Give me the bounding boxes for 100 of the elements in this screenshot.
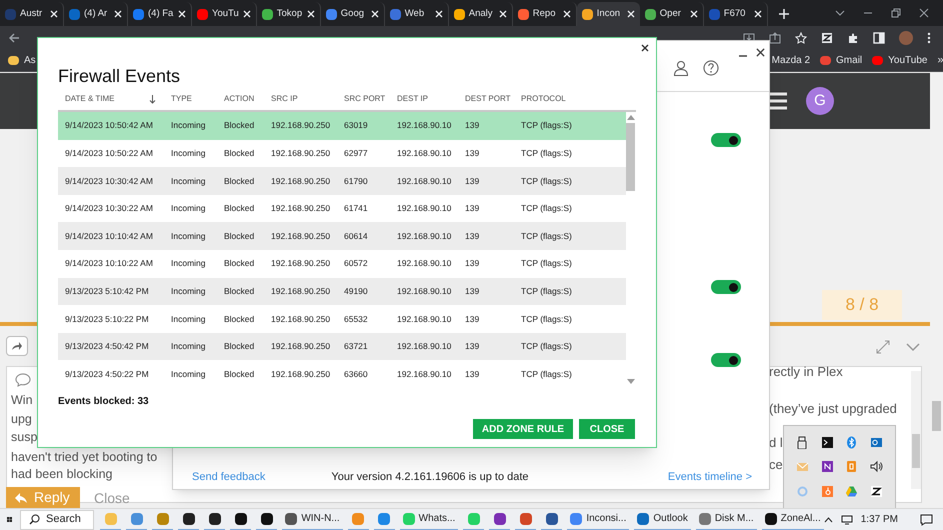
toggle-switch[interactable] — [711, 353, 741, 367]
restore-icon[interactable] — [891, 8, 901, 18]
table-cell-text: Incoming — [170, 284, 206, 298]
column-header[interactable]: PROTOCOL — [521, 93, 566, 105]
back-icon[interactable] — [8, 32, 20, 44]
table-cell-text: TCP (flags:S) — [520, 174, 573, 188]
reply-text-line: Win — [11, 392, 33, 408]
close-icon[interactable] — [919, 8, 929, 18]
mail-app-icon[interactable] — [870, 436, 884, 449]
table-cell-text: 63660 — [343, 368, 369, 381]
table-cell-text: Incoming — [170, 230, 206, 243]
version-status: Your version 4.2.161.19606 is up to date — [331, 470, 529, 485]
table-cell-text: 60614 — [343, 230, 369, 243]
column-header[interactable]: DEST IP — [397, 93, 428, 105]
taskbar-app-button[interactable]: ZoneAl... — [762, 508, 824, 530]
share-arrow-icon — [11, 341, 23, 351]
column-header[interactable]: SRC IP — [271, 93, 298, 105]
table-cell-text: 192.168.90.10 — [396, 257, 452, 270]
toggle-switch[interactable] — [711, 280, 741, 294]
tab-title: F670 — [724, 6, 746, 21]
table-row[interactable]: 9/14/2023 10:10:42 AM Incoming Blocked 192.168.90.250 60614 192.168.90.10 139 TCP (flags:S) — [58, 222, 626, 250]
scrollbar-thumb[interactable] — [912, 434, 920, 468]
table-cell-text: Blocked — [223, 340, 256, 353]
help-icon[interactable] — [703, 60, 719, 76]
notification-icon[interactable] — [920, 514, 933, 526]
taskbar-app-button[interactable]: Inconsi... — [567, 508, 630, 530]
table-row[interactable]: 9/13/2023 5:10:42 PM Incoming Blocked 192.168.90.250 49190 192.168.90.10 139 TCP (flags:S) — [58, 278, 626, 306]
scroll-down-icon[interactable] — [627, 379, 636, 384]
share-icon[interactable] — [769, 32, 781, 44]
table-cell-text: 9/13/2023 4:50:22 PM — [64, 368, 150, 381]
drive-icon[interactable] — [845, 485, 858, 498]
table-cell-text: 139 — [464, 202, 480, 215]
tab-title: Tokop — [276, 6, 303, 21]
column-header[interactable]: TYPE — [171, 93, 192, 105]
z-extension-icon[interactable] — [821, 32, 833, 44]
table-cell-text: 192.168.90.250 — [270, 368, 332, 381]
table-row[interactable]: 9/14/2023 10:50:42 AM Incoming Blocked 192.168.90.250 63019 192.168.90.10 139 TCP (flags:S) — [58, 112, 626, 140]
tab-title: Oper — [660, 6, 682, 21]
table-cell-text: 192.168.90.250 — [270, 147, 332, 160]
table-cell-text: TCP (flags:S) — [520, 147, 573, 160]
sidebar-icon[interactable] — [873, 32, 885, 44]
table-cell-text: 139 — [464, 312, 480, 326]
table-cell-text: Blocked — [223, 119, 256, 132]
taskbar-app-button[interactable]: Disk M... — [696, 508, 757, 530]
new-tab-icon[interactable] — [778, 8, 790, 20]
terminal-icon[interactable] — [820, 436, 834, 449]
table-cell-text: 192.168.90.250 — [270, 119, 332, 132]
app-icon — [234, 512, 247, 524]
sort-arrow-icon[interactable] — [149, 94, 156, 104]
bookmark[interactable]: Gmail — [820, 53, 862, 68]
comment-icon — [15, 373, 31, 387]
close-icon[interactable] — [641, 44, 649, 52]
tab-title: Goog — [340, 6, 366, 21]
bookmark[interactable]: Mazda 2 — [772, 53, 810, 68]
notebook-icon[interactable] — [820, 460, 834, 474]
table-cell-text: Incoming — [170, 368, 206, 381]
reply-text-line: rectly in Plex — [769, 363, 843, 380]
star-icon[interactable] — [795, 32, 807, 44]
table-cell-text: 9/14/2023 10:30:22 AM — [64, 202, 154, 215]
column-header[interactable]: DATE & TIME — [65, 93, 114, 105]
table-cell-text: TCP (flags:S) — [520, 202, 573, 215]
menu-icon[interactable] — [927, 32, 931, 44]
close-icon[interactable] — [756, 48, 765, 57]
taskbar-app-button[interactable]: Whats... — [400, 508, 458, 530]
table-row[interactable]: 9/13/2023 4:50:42 PM Incoming Blocked 192.168.90.250 63721 192.168.90.10 139 TCP (flags:S) — [58, 332, 626, 360]
search-placeholder: Search — [46, 512, 81, 528]
column-header[interactable]: SRC PORT — [344, 93, 386, 105]
editor-scrollbar[interactable] — [911, 371, 921, 489]
table-cell-text: Blocked — [223, 284, 256, 298]
clock[interactable]: 1:37 PM — [860, 512, 898, 527]
more-bookmarks-button[interactable]: » — [937, 52, 943, 69]
bluetooth-icon[interactable] — [845, 436, 858, 449]
browser-tab[interactable]: Incon — [576, 2, 640, 26]
scroll-up-icon[interactable] — [627, 115, 636, 120]
z-app-icon[interactable] — [870, 485, 884, 498]
table-cell-text: Incoming — [170, 340, 206, 353]
search-field[interactable]: Search — [20, 510, 94, 530]
table-cell-text: 192.168.90.10 — [396, 230, 452, 243]
table-row[interactable]: 9/14/2023 10:30:42 AM Incoming Blocked 192.168.90.250 61790 192.168.90.10 139 TCP (flags:S) — [58, 167, 626, 195]
scrollbar-thumb[interactable] — [932, 401, 941, 431]
speaker-icon[interactable] — [870, 460, 884, 474]
share-button[interactable] — [6, 336, 28, 356]
taskbar-app-button[interactable]: Outlook — [634, 508, 691, 530]
scrollbar-thumb[interactable] — [626, 123, 636, 191]
puzzle-icon[interactable] — [847, 32, 859, 44]
table-cell-text: 192.168.90.10 — [396, 340, 452, 353]
table-cell-text: 139 — [464, 284, 480, 298]
taskbar-app-button[interactable]: WIN-N... — [282, 508, 343, 530]
bookmark[interactable]: YouTube — [872, 53, 928, 68]
toggle-switch[interactable] — [711, 133, 741, 147]
usb-drive-icon[interactable] — [796, 436, 809, 449]
chevron-up-icon[interactable] — [824, 516, 833, 522]
tab-title: Web — [404, 6, 426, 21]
table-cell-text: 9/14/2023 10:50:42 AM — [64, 119, 154, 132]
user-icon[interactable] — [673, 60, 689, 76]
column-header[interactable]: DEST PORT — [465, 93, 510, 105]
column-header[interactable]: ACTION — [224, 93, 254, 105]
network-icon[interactable] — [840, 514, 853, 524]
bookmark[interactable]: As — [8, 53, 36, 68]
chevron-down-icon[interactable] — [835, 8, 845, 18]
